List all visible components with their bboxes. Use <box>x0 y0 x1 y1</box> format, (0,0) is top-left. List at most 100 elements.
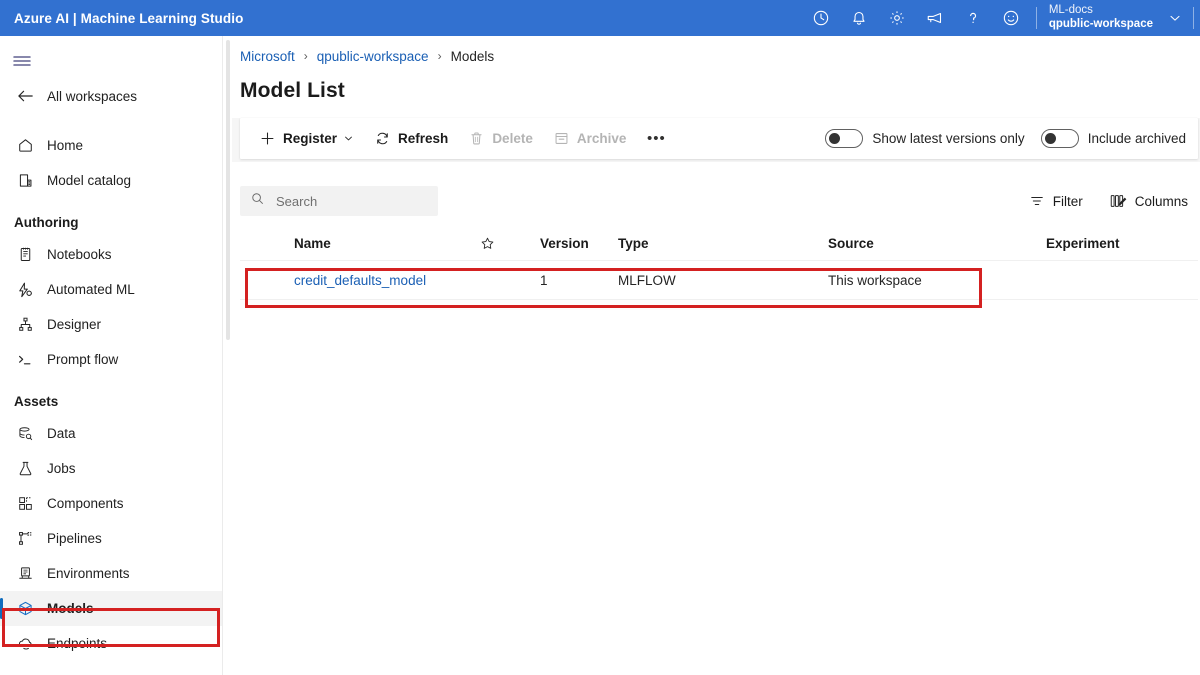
columns-label: Columns <box>1135 194 1188 209</box>
smiley-feedback-icon[interactable] <box>992 0 1030 36</box>
bell-notification-icon[interactable] <box>840 0 878 36</box>
sidebar-item-label: Home <box>47 138 83 153</box>
sidebar-item-label: Model catalog <box>47 173 131 188</box>
column-header-experiment[interactable]: Experiment <box>1046 236 1186 251</box>
column-header-source[interactable]: Source <box>828 236 1046 251</box>
sidebar-item-all-workspaces[interactable]: All workspaces <box>0 78 222 114</box>
models-table: Name Version Type Source Experiment cred… <box>240 226 1198 300</box>
delete-button: Delete <box>459 123 542 154</box>
breadcrumb-separator: › <box>304 49 308 63</box>
sidebar-item-label: Environments <box>47 566 130 581</box>
search-box[interactable] <box>240 186 438 216</box>
sidebar-item-pipelines[interactable]: Pipelines <box>0 521 222 556</box>
environments-icon <box>14 565 36 582</box>
search-input[interactable] <box>274 193 414 210</box>
chevron-down-icon[interactable] <box>1167 10 1183 26</box>
gear-settings-icon[interactable] <box>878 0 916 36</box>
more-options-button[interactable]: ••• <box>641 124 671 154</box>
model-name-link[interactable]: credit_defaults_model <box>248 273 426 288</box>
megaphone-feedback-icon[interactable] <box>916 0 954 36</box>
plus-icon <box>259 130 276 147</box>
sidebar-section-authoring: Authoring <box>0 207 222 237</box>
sidebar-item-endpoints[interactable]: Endpoints <box>0 626 222 661</box>
sidebar-item-label: All workspaces <box>47 89 137 104</box>
command-bar-toggles: Show latest versions only Include archiv… <box>809 129 1198 148</box>
table-header-row: Name Version Type Source Experiment <box>240 226 1198 260</box>
app-header: Azure AI | Machine Learning Studio <box>0 0 1200 36</box>
toggle-switch-off[interactable] <box>825 129 863 148</box>
endpoints-icon <box>14 635 36 652</box>
columns-edit-icon <box>1109 193 1127 209</box>
sidebar-section-assets: Assets <box>0 386 222 416</box>
breadcrumb-item-current: Models <box>451 49 495 64</box>
model-catalog-icon <box>14 172 36 189</box>
sidebar-item-model-catalog[interactable]: Model catalog <box>0 163 222 198</box>
sidebar-item-label: Pipelines <box>47 531 102 546</box>
table-row[interactable]: credit_defaults_model 1 MLFLOW This work… <box>240 260 1198 300</box>
sidebar-item-models[interactable]: Models <box>0 591 222 626</box>
history-clock-icon[interactable] <box>802 0 840 36</box>
show-latest-versions-toggle[interactable]: Show latest versions only <box>825 129 1024 148</box>
columns-button[interactable]: Columns <box>1099 186 1198 216</box>
workspace-directory: ML-docs <box>1049 4 1153 18</box>
toggle-label: Include archived <box>1088 131 1186 146</box>
breadcrumb-separator: › <box>438 49 442 63</box>
header-divider <box>1036 7 1037 29</box>
main-content: Microsoft › qpublic-workspace › Models M… <box>232 36 1200 675</box>
toggle-label: Show latest versions only <box>872 131 1024 146</box>
column-header-name[interactable]: Name <box>248 236 480 251</box>
search-icon <box>250 191 265 211</box>
column-header-favorite[interactable] <box>480 236 540 251</box>
automated-ml-icon <box>14 281 36 299</box>
hamburger-menu-icon[interactable] <box>12 44 52 78</box>
filter-label: Filter <box>1053 194 1083 209</box>
register-button[interactable]: Register <box>250 123 363 154</box>
breadcrumb-item-workspace[interactable]: qpublic-workspace <box>317 49 429 64</box>
model-name-cell: credit_defaults_model <box>248 273 480 288</box>
notebook-icon <box>14 246 36 263</box>
sidebar-item-automated-ml[interactable]: Automated ML <box>0 272 222 307</box>
sidebar-item-environments[interactable]: Environments <box>0 556 222 591</box>
archive-button: Archive <box>544 123 636 154</box>
sidebar-scrollbar[interactable] <box>226 40 230 340</box>
sidebar-item-data[interactable]: Data <box>0 416 222 451</box>
column-header-type[interactable]: Type <box>618 236 828 251</box>
sidebar-item-label: Prompt flow <box>47 352 118 367</box>
sidebar-item-label: Data <box>47 426 76 441</box>
components-icon <box>14 495 36 512</box>
sidebar-item-components[interactable]: Components <box>0 486 222 521</box>
column-header-version[interactable]: Version <box>540 236 618 251</box>
pipelines-icon <box>14 530 36 547</box>
table-tools: Filter Columns <box>1013 186 1198 216</box>
sidebar-item-label: Models <box>47 601 94 616</box>
trash-icon <box>468 130 485 147</box>
command-bar: Register Refresh <box>240 118 1198 159</box>
sidebar-item-notebooks[interactable]: Notebooks <box>0 237 222 272</box>
page-title: Model List <box>240 79 1200 103</box>
archive-box-icon <box>553 130 570 147</box>
sidebar-item-home[interactable]: Home <box>0 128 222 163</box>
sidebar-item-label: Designer <box>47 317 101 332</box>
delete-label: Delete <box>492 131 533 146</box>
include-archived-toggle[interactable]: Include archived <box>1041 129 1186 148</box>
home-icon <box>14 137 36 154</box>
sidebar-item-label: Components <box>47 496 124 511</box>
refresh-icon <box>374 130 391 147</box>
type-cell: MLFLOW <box>618 273 828 288</box>
version-cell: 1 <box>540 273 618 288</box>
header-actions: ML-docs qpublic-workspace <box>802 0 1200 36</box>
filter-button[interactable]: Filter <box>1019 186 1093 216</box>
sidebar-item-jobs[interactable]: Jobs <box>0 451 222 486</box>
sidebar-item-prompt-flow[interactable]: Prompt flow <box>0 342 222 377</box>
archive-label: Archive <box>577 131 627 146</box>
toggle-switch-off[interactable] <box>1041 129 1079 148</box>
workspace-switcher[interactable]: ML-docs qpublic-workspace <box>1043 4 1187 31</box>
breadcrumb: Microsoft › qpublic-workspace › Models <box>240 44 1200 68</box>
refresh-button[interactable]: Refresh <box>365 123 457 154</box>
question-help-icon[interactable] <box>954 0 992 36</box>
chevron-down-icon[interactable] <box>343 133 354 144</box>
sidebar-item-label: Notebooks <box>47 247 112 262</box>
breadcrumb-item-microsoft[interactable]: Microsoft <box>240 49 295 64</box>
data-icon <box>14 425 36 442</box>
sidebar-item-designer[interactable]: Designer <box>0 307 222 342</box>
